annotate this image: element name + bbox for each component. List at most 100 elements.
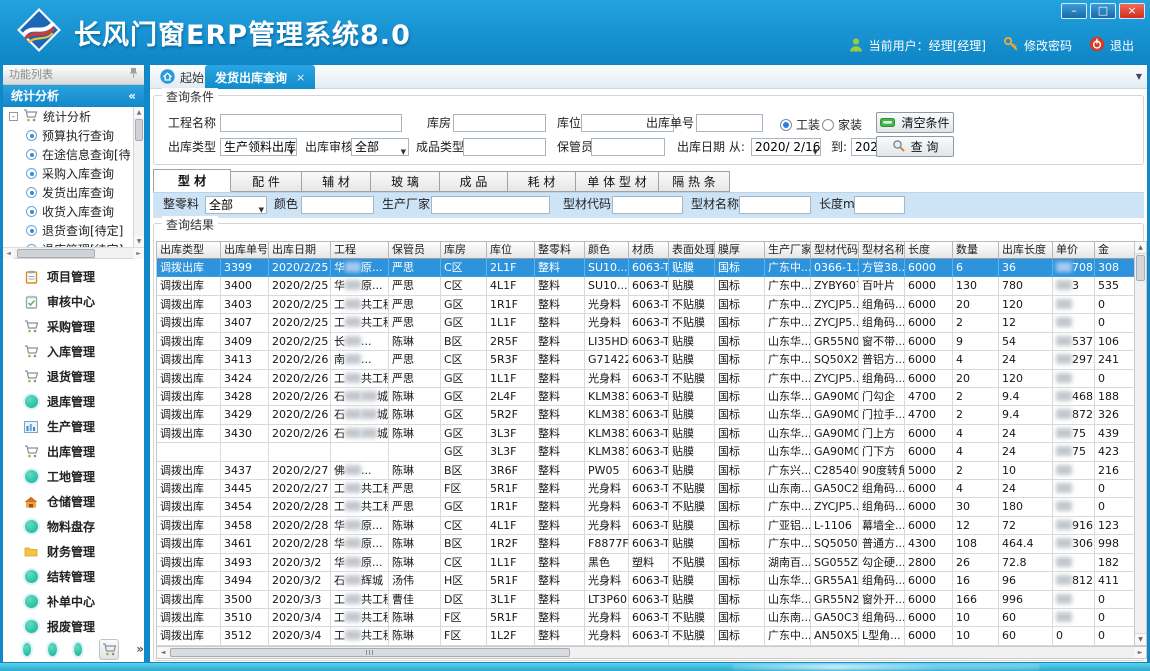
- minimize-button[interactable]: –: [1061, 3, 1087, 19]
- module-dot-icon[interactable]: [48, 643, 56, 656]
- table-row[interactable]: 调拨出库35102020/3/4工共工程陈琳F区5R1F整料光身料6063-T5…: [157, 609, 1134, 627]
- sidebar-item-退货管理[interactable]: 退货管理: [3, 364, 144, 389]
- project-name-input[interactable]: [220, 114, 402, 132]
- sidebar-item-仓储管理[interactable]: 仓储管理: [3, 489, 144, 514]
- table-row[interactable]: 调拨出库34072020/2/25工共工程严思G区1L1F整料光身料6063-T…: [157, 314, 1134, 332]
- table-row[interactable]: 调拨出库34302020/2/26石城陈琳G区3L3F整料KLM38176063…: [157, 425, 1134, 443]
- sidebar-item-项目管理[interactable]: 项目管理: [3, 264, 144, 289]
- tree-hscroll-thumb[interactable]: [17, 249, 95, 258]
- radio-gongzhuang[interactable]: 工装: [780, 116, 820, 133]
- table-row[interactable]: 调拨出库34932020/3/2华原...陈琳C区1L1F整料黑色塑料不贴膜国标…: [157, 554, 1134, 572]
- table-row[interactable]: 调拨出库34002020/2/25华原...严思C区4L1F整料SU10...6…: [157, 277, 1134, 295]
- column-header-颜色[interactable]: 颜色: [585, 241, 629, 259]
- table-vertical-scrollbar[interactable]: ▲ ▼: [1134, 241, 1147, 646]
- column-header-型材名称[interactable]: 型材名称: [859, 241, 905, 259]
- material-tab-成品[interactable]: 成 品: [440, 171, 508, 192]
- material-tab-单体型材[interactable]: 单 体 型 材: [576, 171, 659, 192]
- tab-list-caret-icon[interactable]: ▼: [1136, 72, 1142, 81]
- sidebar-item-报废管理[interactable]: 报废管理: [3, 614, 144, 636]
- table-row[interactable]: 调拨出库34582020/2/28华原...陈琳C区4L1F整料光身料6063-…: [157, 517, 1134, 535]
- close-tab-icon[interactable]: ×: [296, 71, 305, 84]
- order-no-input[interactable]: [696, 114, 763, 132]
- column-header-材质[interactable]: 材质: [629, 241, 669, 259]
- material-tab-玻璃[interactable]: 玻 璃: [371, 171, 440, 192]
- warehouse-input[interactable]: [453, 114, 546, 132]
- whole-part-select[interactable]: 全部▼: [205, 196, 267, 214]
- table-row[interactable]: 调拨出库34282020/2/26石城陈琳G区2L4F整料KLM38176063…: [157, 388, 1134, 406]
- table-horizontal-scrollbar[interactable]: ◄ ►: [156, 646, 1147, 659]
- keeper-input[interactable]: [591, 138, 665, 156]
- column-header-保管员[interactable]: 保管员: [389, 241, 441, 259]
- scroll-right-icon[interactable]: ►: [133, 248, 144, 259]
- tab-shipping-query[interactable]: 发货出库查询 ×: [205, 65, 315, 89]
- tree-item[interactable]: 在途信息查询[待: [3, 145, 144, 164]
- tree-vscroll-thumb[interactable]: [135, 119, 143, 141]
- sidebar-item-审核中心[interactable]: 审核中心: [3, 289, 144, 314]
- change-password[interactable]: 修改密码: [1003, 36, 1072, 55]
- tree-item[interactable]: 预算执行查询: [3, 126, 144, 145]
- length-input[interactable]: [854, 196, 905, 214]
- collapse-icon[interactable]: «: [128, 85, 136, 107]
- cart-module-button[interactable]: [99, 639, 119, 660]
- out-type-select[interactable]: 生产领料出库▼: [220, 138, 297, 156]
- table-row[interactable]: 调拨出库33992020/2/25华原...严思C区2L1F整料SU10...6…: [157, 259, 1134, 277]
- column-header-库位[interactable]: 库位: [487, 241, 535, 259]
- sidebar-item-补单中心[interactable]: 补单中心: [3, 589, 144, 614]
- column-header-长度[interactable]: 长度: [905, 241, 953, 259]
- profile-code-input[interactable]: [612, 196, 683, 214]
- column-header-整零料[interactable]: 整零料: [535, 241, 585, 259]
- scroll-down-icon[interactable]: ▼: [134, 236, 144, 247]
- table-row[interactable]: 调拨出库34452020/2/27工共工程严思F区5R1F整料光身料6063-T…: [157, 480, 1134, 498]
- table-vscroll-thumb[interactable]: [1136, 255, 1145, 281]
- maximize-button[interactable]: □: [1090, 3, 1116, 19]
- scroll-left-icon[interactable]: ◄: [157, 647, 169, 658]
- module-dot-icon[interactable]: [74, 643, 82, 656]
- tree-item[interactable]: 发货出库查询: [3, 183, 144, 202]
- column-header-型材代码[interactable]: 型材代码: [811, 241, 859, 259]
- scroll-up-icon[interactable]: ▲: [1135, 242, 1146, 254]
- product-type-input[interactable]: [463, 138, 546, 156]
- tree-horizontal-scrollbar[interactable]: ◄ ►: [3, 247, 144, 259]
- tree-collapse-icon[interactable]: -: [9, 112, 18, 121]
- table-row[interactable]: 调拨出库34942020/3/2石辉城汤伟H区5R1F整料光身料6063-T5贴…: [157, 572, 1134, 590]
- close-button[interactable]: ×: [1119, 3, 1145, 19]
- column-header-库房[interactable]: 库房: [441, 241, 487, 259]
- column-header-膜厚[interactable]: 膜厚: [715, 241, 765, 259]
- table-row[interactable]: 调拨出库34612020/2/28华原...陈琳B区1R2F整料F8877FT6…: [157, 535, 1134, 553]
- table-row[interactable]: 调拨出库34242020/2/26工共工程严思G区1L1F整料光身料6063-T…: [157, 370, 1134, 388]
- sidebar-item-物料盘存[interactable]: 物料盘存: [3, 514, 144, 539]
- scroll-right-icon[interactable]: ►: [1134, 647, 1146, 658]
- column-header-出库类型[interactable]: 出库类型: [157, 241, 221, 259]
- table-row[interactable]: 调拨出库34372020/2/27佛...陈琳B区3R6F整料PW056063-…: [157, 462, 1134, 480]
- more-modules-button[interactable]: »: [136, 642, 144, 656]
- search-button[interactable]: 查 询: [876, 136, 954, 157]
- table-row[interactable]: 调拨出库34292020/2/26石城陈琳G区5R2F整料KLM38176063…: [157, 406, 1134, 424]
- sidebar-item-工地管理[interactable]: 工地管理: [3, 464, 144, 489]
- audit-select[interactable]: 全部▼: [351, 138, 409, 156]
- table-row[interactable]: 调拨出库35122020/3/4工共工程陈琳F区1L2F整料光身料6063-T5…: [157, 627, 1134, 645]
- tree-item[interactable]: 采购入库查询: [3, 164, 144, 183]
- tree-item[interactable]: 退库管理[待定]: [3, 240, 144, 247]
- column-header-单价[interactable]: 单价: [1053, 241, 1095, 259]
- tree-item[interactable]: 收货入库查询: [3, 202, 144, 221]
- pin-icon[interactable]: [129, 65, 138, 84]
- material-tab-辅材[interactable]: 辅 材: [302, 171, 371, 192]
- sidebar-item-生产管理[interactable]: 生产管理: [3, 414, 144, 439]
- table-row[interactable]: 调拨出库34542020/2/28工共工程严思G区1R1F整料光身料6063-T…: [157, 498, 1134, 516]
- sidebar-item-结转管理[interactable]: 结转管理: [3, 564, 144, 589]
- tree-root-statistics[interactable]: -统计分析: [3, 107, 144, 126]
- table-row[interactable]: G区3L3F整料KLM38176063-T5贴膜国标山东华...GA90M09.…: [157, 443, 1134, 461]
- sidebar-item-退库管理[interactable]: 退库管理: [3, 389, 144, 414]
- maker-input[interactable]: [431, 196, 550, 214]
- scroll-up-icon[interactable]: ▲: [134, 107, 144, 118]
- scroll-left-icon[interactable]: ◄: [3, 248, 14, 259]
- tree-item[interactable]: 退货查询[待定]: [3, 221, 144, 240]
- material-tab-隔热条[interactable]: 隔 热 条: [659, 171, 730, 192]
- column-header-出库长度[interactable]: 出库长度: [999, 241, 1053, 259]
- column-header-金[interactable]: 金: [1095, 241, 1135, 259]
- sidebar-item-出库管理[interactable]: 出库管理: [3, 439, 144, 464]
- radio-jiazhuang[interactable]: 家装: [822, 116, 862, 133]
- scroll-down-icon[interactable]: ▼: [1135, 633, 1146, 645]
- column-header-出库日期[interactable]: 出库日期: [269, 241, 331, 259]
- column-header-工程[interactable]: 工程: [331, 241, 389, 259]
